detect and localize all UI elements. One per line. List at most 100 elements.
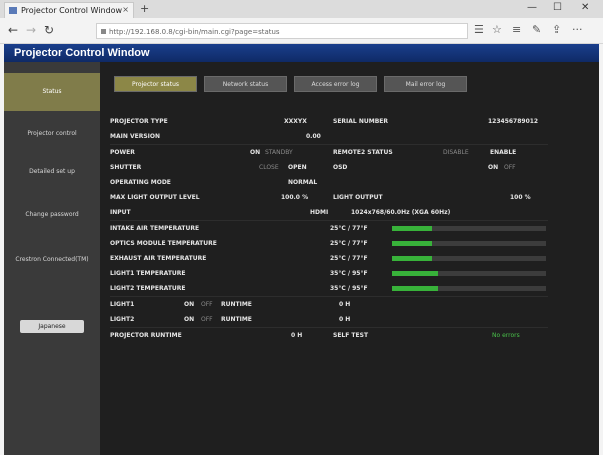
tab-close-icon[interactable]: × — [122, 5, 129, 14]
serial-label: SERIAL NUMBER — [333, 118, 388, 125]
optics-temp-bar-fill — [392, 241, 433, 246]
projector-type-value: XXXYX — [284, 118, 307, 125]
light1-temp-bar-fill — [392, 271, 439, 276]
light1-temp-bar — [392, 271, 546, 276]
self-test-value: No errors — [492, 332, 520, 339]
shutter-label: SHUTTER — [110, 164, 142, 171]
projector-type-label: PROJECTOR TYPE — [110, 118, 168, 125]
site-info-icon — [101, 29, 106, 34]
refresh-button[interactable]: ↻ — [44, 23, 54, 37]
app-body: Status Projector control Detailed set up… — [4, 62, 599, 455]
light1-off: OFF — [201, 301, 213, 308]
light2-runtime-value: 0 H — [339, 316, 351, 323]
more-icon[interactable]: ··· — [572, 23, 583, 36]
status-row: OPTICS MODULE TEMPERATURE 25°C / 77°F — [110, 238, 548, 250]
light2-temp-value: 35°C / 95°F — [330, 285, 368, 292]
exhaust-temp-bar-fill — [392, 256, 433, 261]
back-button[interactable]: ← — [8, 23, 18, 37]
operating-mode-label: OPERATING MODE — [110, 179, 171, 186]
tab-mail-error-log[interactable]: Mail error log — [384, 76, 467, 92]
max-light-value: 100.0 % — [281, 194, 309, 201]
hub-icon[interactable]: ≡ — [512, 23, 521, 36]
favorite-icon[interactable]: ☆ — [492, 23, 502, 36]
sidebar-item-status[interactable]: Status — [4, 73, 100, 111]
tab-network-status[interactable]: Network status — [204, 76, 287, 92]
intake-temp-label: INTAKE AIR TEMPERATURE — [110, 225, 200, 232]
tab-projector-status[interactable]: Projector status — [114, 76, 197, 92]
app-title: Projector Control Window — [4, 44, 599, 62]
divider — [110, 327, 548, 328]
projector-runtime-label: PROJECTOR RUNTIME — [110, 332, 182, 339]
status-row: PROJECTOR TYPE XXXYX SERIAL NUMBER 12345… — [110, 116, 548, 128]
power-on: ON — [250, 149, 261, 156]
operating-mode-value: NORMAL — [288, 179, 318, 186]
status-row: MAX LIGHT OUTPUT LEVEL 100.0 % LIGHT OUT… — [110, 192, 548, 204]
forward-button[interactable]: → — [26, 23, 36, 37]
sidebar-item-detailed-setup[interactable]: Detailed set up — [4, 167, 100, 176]
intake-temp-bar-fill — [392, 226, 433, 231]
osd-label: OSD — [333, 164, 348, 171]
address-bar: ← → ↻ http://192.168.0.8/cgi-bin/main.cg… — [0, 18, 603, 44]
light1-runtime-value: 0 H — [339, 301, 351, 308]
url-field[interactable]: http://192.168.0.8/cgi-bin/main.cgi?page… — [96, 23, 468, 39]
light1-temp-label: LIGHT1 TEMPERATURE — [110, 270, 186, 277]
power-label: POWER — [110, 149, 135, 156]
status-row: EXHAUST AIR TEMPERATURE 25°C / 77°F — [110, 253, 548, 265]
share-icon[interactable]: ⇪ — [552, 23, 561, 36]
browser-tab[interactable]: Projector Control Window × — [4, 2, 134, 18]
light-output-label: LIGHT OUTPUT — [333, 194, 383, 201]
light1-label: LIGHT1 — [110, 301, 135, 308]
status-row: LIGHT1 ON OFF RUNTIME 0 H — [110, 299, 548, 311]
new-tab-button[interactable]: + — [140, 2, 149, 15]
status-row: MAIN VERSION 0.00 — [110, 131, 548, 143]
optics-temp-bar — [392, 241, 546, 246]
divider — [110, 296, 548, 297]
browser-tabbar: Projector Control Window × + — ☐ ✕ — [0, 0, 603, 18]
minimize-button[interactable]: — — [527, 2, 537, 13]
light1-on: ON — [184, 301, 195, 308]
status-row: PROJECTOR RUNTIME 0 H SELF TEST No error… — [110, 330, 548, 342]
window-close-button[interactable]: ✕ — [581, 2, 589, 13]
language-button[interactable]: Japanese — [20, 320, 84, 333]
maximize-button[interactable]: ☐ — [553, 2, 562, 13]
input-signal-value: 1024x768/60.0Hz (XGA 60Hz) — [351, 209, 451, 216]
light2-label: LIGHT2 — [110, 316, 135, 323]
exhaust-temp-value: 25°C / 77°F — [330, 255, 368, 262]
optics-temp-value: 25°C / 77°F — [330, 240, 368, 247]
reading-view-icon[interactable]: ☰ — [474, 23, 484, 36]
projector-runtime-value: 0 H — [291, 332, 303, 339]
status-row: OPERATING MODE NORMAL — [110, 177, 548, 189]
status-row: LIGHT2 TEMPERATURE 35°C / 95°F — [110, 283, 548, 295]
light2-runtime-label: RUNTIME — [221, 316, 252, 323]
light1-runtime-label: RUNTIME — [221, 301, 252, 308]
main-version-value: 0.00 — [306, 133, 321, 140]
intake-temp-bar — [392, 226, 546, 231]
light1-temp-value: 35°C / 95°F — [330, 270, 368, 277]
serial-value: 123456789012 — [488, 118, 539, 125]
light2-temp-label: LIGHT2 TEMPERATURE — [110, 285, 186, 292]
optics-temp-label: OPTICS MODULE TEMPERATURE — [110, 240, 217, 247]
url-text: http://192.168.0.8/cgi-bin/main.cgi?page… — [109, 28, 280, 36]
sidebar-item-crestron[interactable]: Crestron Connected(TM) — [4, 255, 100, 264]
status-row: POWER ON STANDBY REMOTE2 STATUS DISABLE … — [110, 147, 548, 159]
exhaust-temp-bar — [392, 256, 546, 261]
light2-on: ON — [184, 316, 195, 323]
status-row: INPUT HDMI 1024x768/60.0Hz (XGA 60Hz) — [110, 207, 548, 219]
light2-temp-bar — [392, 286, 546, 291]
shutter-open: OPEN — [288, 164, 307, 171]
status-row: LIGHT1 TEMPERATURE 35°C / 95°F — [110, 268, 548, 280]
osd-on: ON — [488, 164, 499, 171]
sidebar-item-change-password[interactable]: Change password — [4, 210, 100, 219]
main-panel: Projector status Network status Access e… — [100, 62, 599, 455]
status-row: SHUTTER CLOSE OPEN OSD ON OFF — [110, 162, 548, 174]
notes-icon[interactable]: ✎ — [532, 23, 541, 36]
remote-disable: DISABLE — [443, 149, 469, 156]
sidebar-item-projector-control[interactable]: Projector control — [4, 129, 100, 138]
status-row: INTAKE AIR TEMPERATURE 25°C / 77°F — [110, 223, 548, 235]
divider — [110, 144, 548, 145]
page-favicon-icon — [9, 7, 17, 14]
light2-temp-bar-fill — [392, 286, 439, 291]
tab-access-error-log[interactable]: Access error log — [294, 76, 377, 92]
browser-tab-title: Projector Control Window — [21, 6, 123, 15]
main-version-label: MAIN VERSION — [110, 133, 160, 140]
